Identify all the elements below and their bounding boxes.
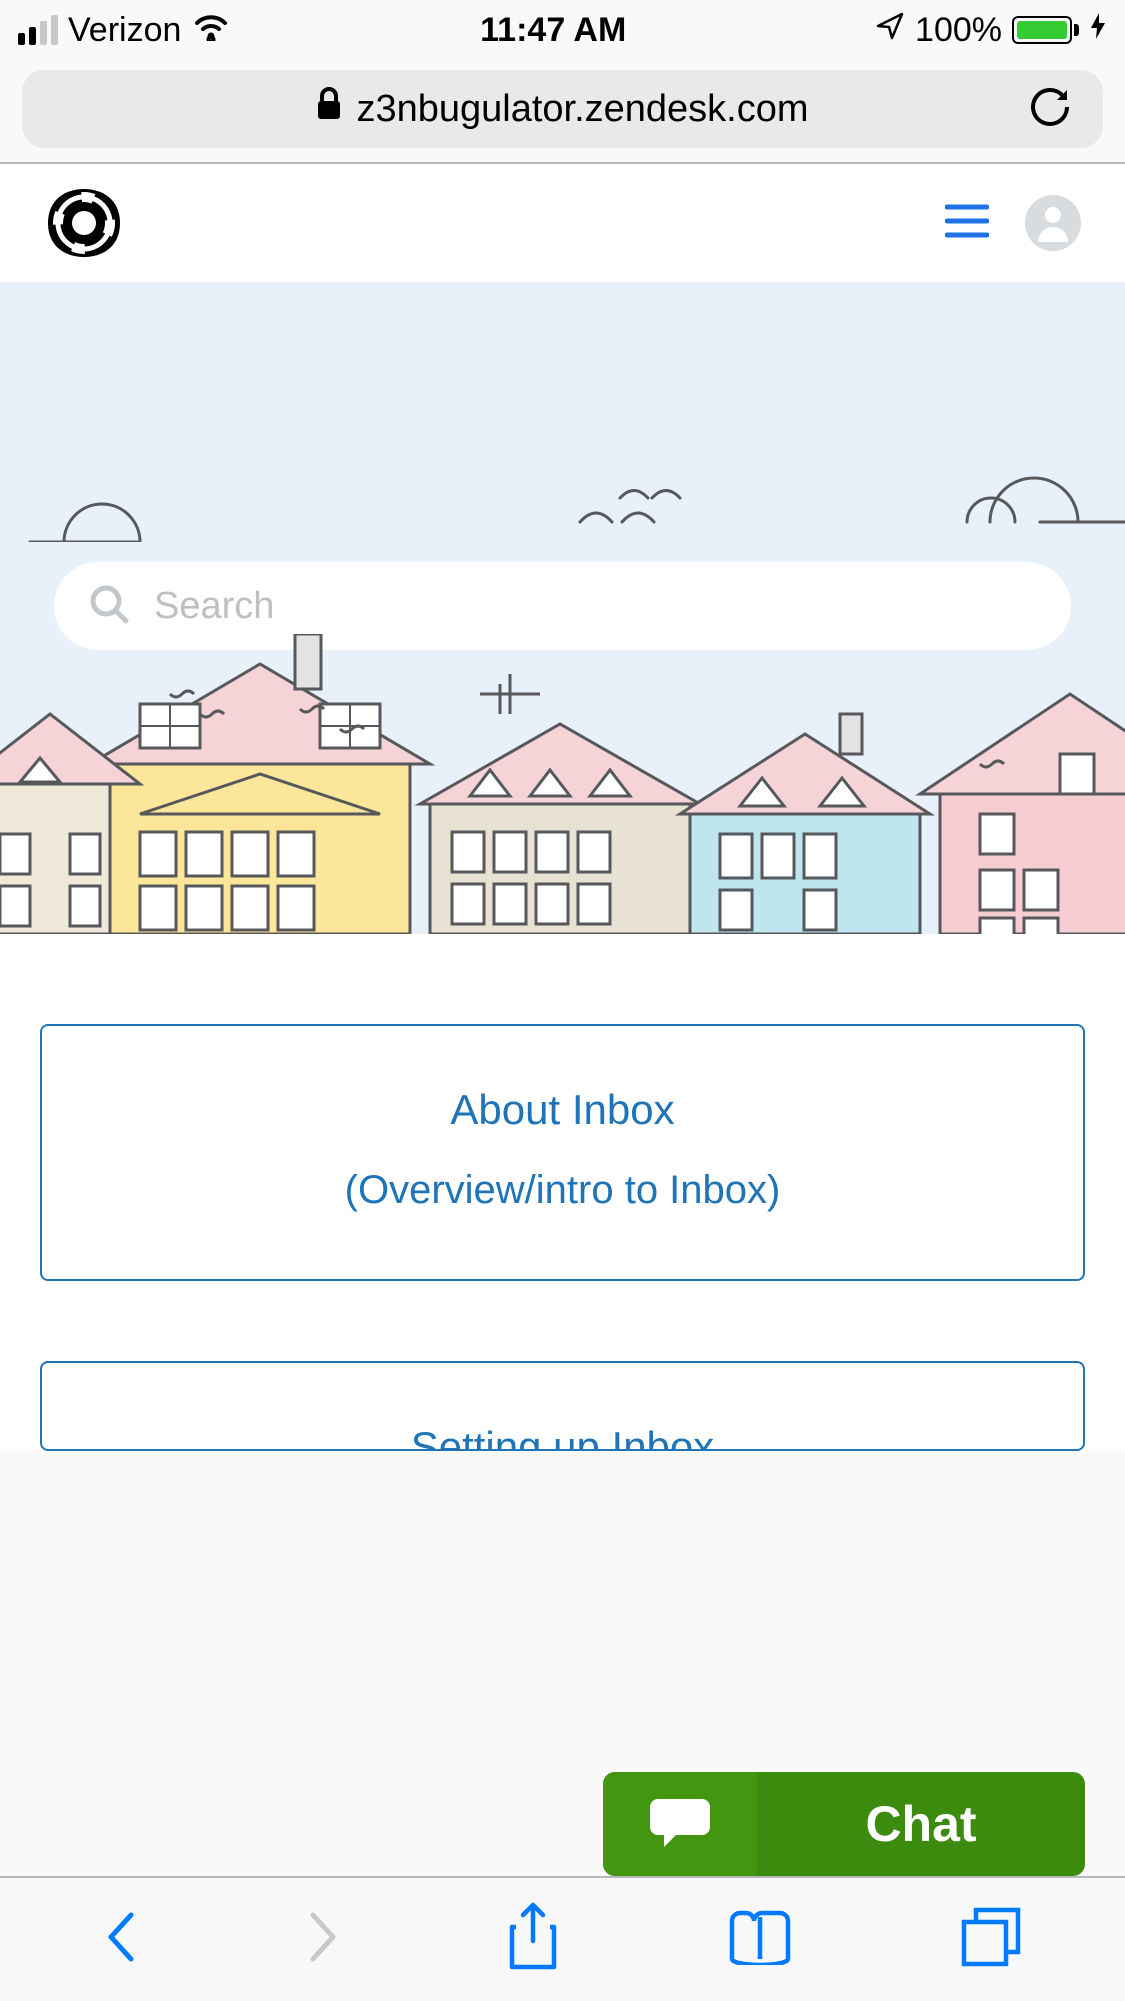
- status-time: 11:47 AM: [480, 11, 626, 50]
- tabs-icon[interactable]: [960, 1906, 1022, 1973]
- battery-percent: 100%: [915, 11, 1002, 50]
- townscape-icon: [0, 634, 1125, 934]
- chat-bubble-icon: [650, 1795, 710, 1854]
- card-title: Setting up Inbox: [62, 1423, 1063, 1451]
- sky-decor-icon: [0, 282, 1125, 542]
- site-header: [0, 164, 1125, 282]
- lock-icon: [316, 87, 342, 131]
- category-card-about-inbox[interactable]: About Inbox (Overview/intro to Inbox): [40, 1024, 1085, 1281]
- chat-widget[interactable]: Chat: [603, 1772, 1085, 1876]
- ios-status-bar: Verizon 11:47 AM 100%: [0, 0, 1125, 60]
- carrier-label: Verizon: [68, 11, 181, 50]
- wifi-icon: [191, 11, 231, 50]
- site-logo-icon[interactable]: [44, 187, 124, 259]
- avatar-icon[interactable]: [1025, 195, 1081, 251]
- reload-icon[interactable]: [1029, 86, 1071, 133]
- forward-icon: [305, 1907, 341, 1972]
- back-icon[interactable]: [103, 1907, 139, 1972]
- browser-toolbar: [0, 1878, 1125, 2001]
- chat-label: Chat: [757, 1795, 1085, 1853]
- share-icon[interactable]: [506, 1901, 560, 1978]
- url-bar[interactable]: z3nbugulator.zendesk.com: [22, 70, 1103, 148]
- cell-signal-icon: [18, 15, 58, 45]
- card-subtitle: (Overview/intro to Inbox): [62, 1168, 1063, 1213]
- browser-url-bar-area: z3nbugulator.zendesk.com: [0, 60, 1125, 162]
- search-input[interactable]: [154, 585, 1037, 628]
- search-icon: [88, 583, 130, 630]
- battery-icon: [1012, 16, 1079, 44]
- category-card-setting-up-inbox[interactable]: Setting up Inbox: [40, 1361, 1085, 1451]
- hamburger-menu-icon[interactable]: [945, 203, 989, 244]
- bookmarks-icon[interactable]: [726, 1909, 794, 1970]
- charging-icon: [1089, 11, 1107, 50]
- card-title: About Inbox: [62, 1086, 1063, 1134]
- url-text: z3nbugulator.zendesk.com: [356, 88, 808, 131]
- content-area: About Inbox (Overview/intro to Inbox) Se…: [0, 934, 1125, 1451]
- hero-banner: [0, 282, 1125, 934]
- location-icon: [875, 11, 905, 50]
